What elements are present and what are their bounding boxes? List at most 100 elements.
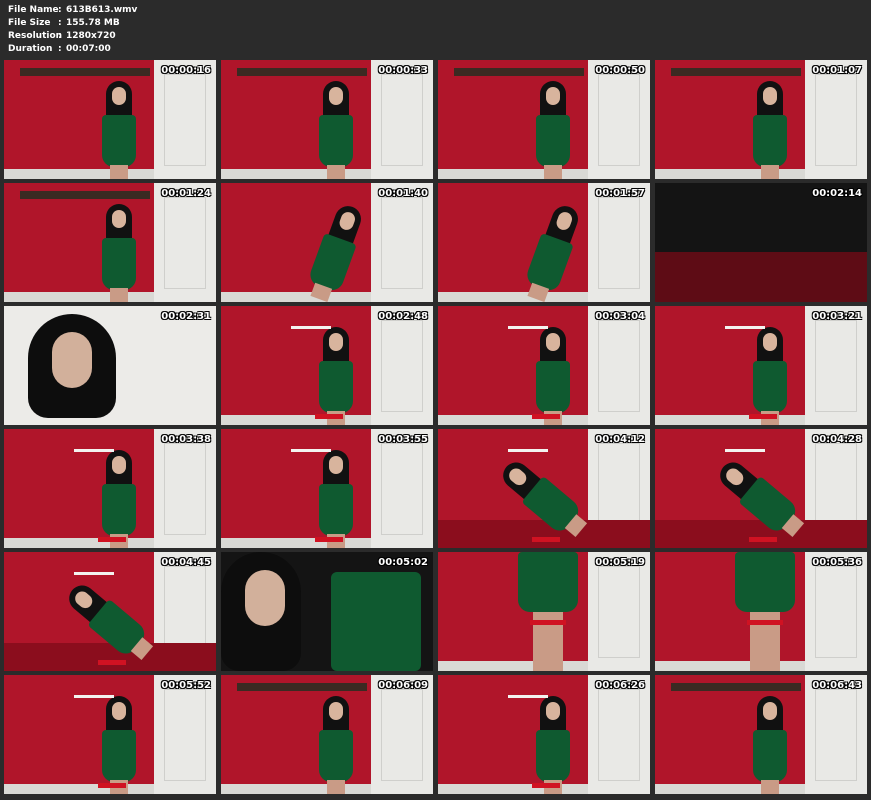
thumbnail-scene xyxy=(655,60,867,179)
red-rope-shape xyxy=(315,537,343,542)
dress-shape xyxy=(102,730,136,782)
shelf-shape xyxy=(20,191,150,199)
thumbnail-scene xyxy=(221,183,433,302)
legs-shape xyxy=(761,165,779,179)
video-thumbnail: 00:03:21 xyxy=(655,306,867,425)
dress-shape xyxy=(518,552,578,612)
video-thumbnail: 00:05:19 xyxy=(438,552,650,671)
face-shape xyxy=(546,702,560,720)
thumbnail-timestamp: 00:04:28 xyxy=(812,434,862,445)
file-name-value: 613B613.wmv xyxy=(66,5,138,15)
hair-shape xyxy=(221,552,301,671)
white-rope-shape xyxy=(291,449,331,452)
white-rope-shape xyxy=(508,326,548,329)
video-thumbnail: 00:01:40 xyxy=(221,183,433,302)
thumbnail-timestamp: 00:02:48 xyxy=(378,311,428,322)
dress-shape xyxy=(753,361,787,413)
white-rope-shape xyxy=(725,449,765,452)
thumbnail-timestamp: 00:05:36 xyxy=(812,557,862,568)
resolution-value: 1280x720 xyxy=(66,31,116,41)
thumbnail-timestamp: 00:03:04 xyxy=(595,311,645,322)
face-shape xyxy=(329,87,343,105)
door-shape xyxy=(588,552,650,671)
video-thumbnail: 00:02:14 xyxy=(655,183,867,302)
face-shape xyxy=(546,87,560,105)
door-shape xyxy=(588,675,650,794)
person-figure xyxy=(94,694,144,794)
door-shape xyxy=(588,183,650,302)
legs-shape xyxy=(544,165,562,179)
face-shape xyxy=(763,333,777,351)
person-figure xyxy=(311,325,361,425)
door-shape xyxy=(154,60,216,179)
video-thumbnail: 00:05:52 xyxy=(4,675,216,794)
thumbnail-scene xyxy=(4,306,216,425)
video-thumbnail: 00:04:12 xyxy=(438,429,650,548)
thumbnail-timestamp: 00:06:43 xyxy=(812,680,862,691)
thumbnail-timestamp: 00:02:14 xyxy=(812,188,862,199)
thumbnail-timestamp: 00:00:33 xyxy=(378,65,428,76)
face-shape xyxy=(112,456,126,474)
thumbnail-scene xyxy=(4,429,216,548)
red-rope-shape xyxy=(98,783,126,788)
thumbnail-timestamp: 00:05:02 xyxy=(378,557,428,568)
file-size-row: File Size:155.78 MB xyxy=(8,17,408,30)
thumbnail-scene xyxy=(655,183,867,302)
thumbnail-scene xyxy=(438,675,650,794)
face-shape xyxy=(763,87,777,105)
thumbnail-timestamp: 00:01:07 xyxy=(812,65,862,76)
thumbnail-scene xyxy=(221,306,433,425)
thumbnail-scene xyxy=(655,429,867,548)
door-shape xyxy=(805,306,867,425)
separator: : xyxy=(58,31,62,41)
thumbnail-timestamp: 00:04:12 xyxy=(595,434,645,445)
thumbnail-scene xyxy=(655,552,867,671)
face-shape xyxy=(763,702,777,720)
door-shape xyxy=(154,429,216,548)
shelf-shape xyxy=(454,68,584,76)
video-thumbnail: 00:00:50 xyxy=(438,60,650,179)
video-thumbnail: 00:03:04 xyxy=(438,306,650,425)
red-rope-shape xyxy=(749,414,777,419)
separator: : xyxy=(58,44,62,54)
door-shape xyxy=(371,60,433,179)
resolution-label: Resolution xyxy=(8,31,63,41)
thumbnail-timestamp: 00:03:21 xyxy=(812,311,862,322)
person-figure xyxy=(295,196,376,302)
shelf-shape xyxy=(671,68,801,76)
dress-shape xyxy=(319,484,353,536)
thumbnail-scene xyxy=(655,675,867,794)
red-rope-shape xyxy=(532,414,560,419)
wall-panel-shape xyxy=(655,661,805,671)
face-shape xyxy=(329,456,343,474)
thumbnail-timestamp: 00:00:50 xyxy=(595,65,645,76)
door-shape xyxy=(588,60,650,179)
red-rope-shape xyxy=(98,660,126,665)
thumbnail-timestamp: 00:01:40 xyxy=(378,188,428,199)
video-thumbnail: 00:06:09 xyxy=(221,675,433,794)
dress-shape xyxy=(319,730,353,782)
red-rope-shape xyxy=(749,537,777,542)
white-rope-shape xyxy=(508,449,548,452)
dress-shape xyxy=(102,484,136,536)
thumbnail-timestamp: 00:01:57 xyxy=(595,188,645,199)
person-figure xyxy=(528,325,578,425)
person-figure xyxy=(512,196,593,302)
video-thumbnail: 00:01:07 xyxy=(655,60,867,179)
thumbnail-timestamp: 00:00:16 xyxy=(161,65,211,76)
white-rope-shape xyxy=(725,326,765,329)
thumbnail-scene xyxy=(4,60,216,179)
thumbnail-timestamp: 00:06:09 xyxy=(378,680,428,691)
person-figure xyxy=(528,694,578,794)
door-shape xyxy=(805,675,867,794)
dress-shape xyxy=(319,115,353,167)
legs-shape xyxy=(110,165,128,179)
file-name-row: File Name: 613B613.wmv xyxy=(8,4,408,17)
door-shape xyxy=(154,183,216,302)
video-thumbnail: 00:00:16 xyxy=(4,60,216,179)
video-thumbnail: 00:04:28 xyxy=(655,429,867,548)
thumbnail-scene xyxy=(4,675,216,794)
video-thumbnail: 00:03:38 xyxy=(4,429,216,548)
duration-row: Duration:00:07:00 xyxy=(8,43,408,56)
door-shape xyxy=(154,675,216,794)
